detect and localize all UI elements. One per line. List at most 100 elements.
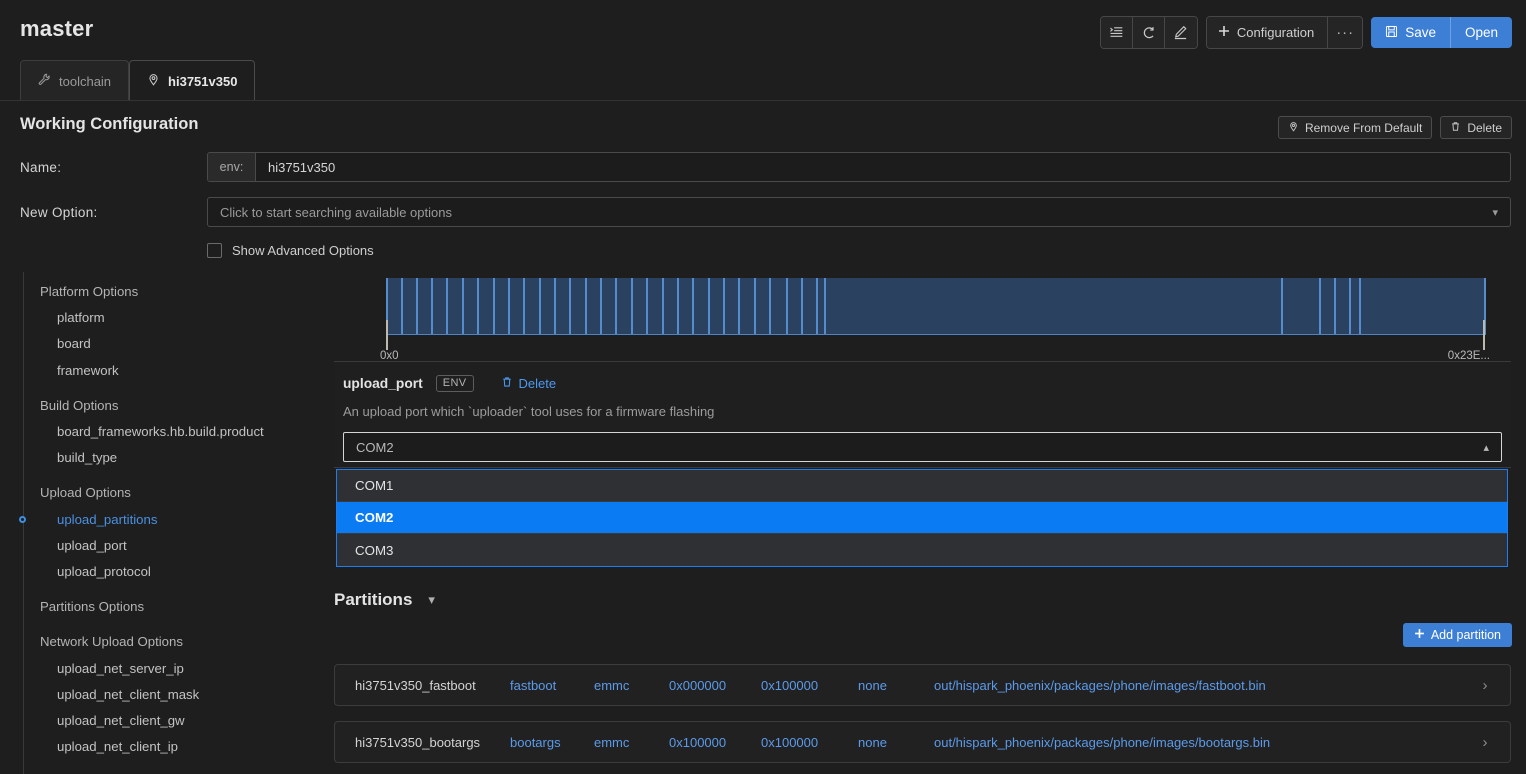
tree-item-upload-protocol[interactable]: upload_protocol bbox=[57, 564, 151, 579]
edit-pencil-icon bbox=[1173, 25, 1188, 40]
partition-boundary-31 bbox=[1319, 278, 1322, 334]
partition-boundary-1 bbox=[400, 278, 403, 334]
tree-item-upload-net-client-gw[interactable]: upload_net_client_gw bbox=[57, 713, 185, 728]
tree-item-upload-net-client-mask[interactable]: upload_net_client_mask bbox=[57, 687, 199, 702]
tree-item-build-type[interactable]: build_type bbox=[57, 450, 117, 465]
dropdown-item-com3[interactable]: COM3 bbox=[337, 534, 1507, 566]
partition-boundary-29 bbox=[824, 278, 827, 334]
option-detail-card: upload_port ENV Delete An upload port wh… bbox=[334, 361, 1511, 468]
partition-boundary-21 bbox=[707, 278, 710, 334]
option-delete-button[interactable]: Delete bbox=[501, 376, 557, 391]
delete-configuration-label: Delete bbox=[1467, 120, 1502, 135]
partition-flags: none bbox=[858, 734, 887, 750]
partition-name: hi3751v350_bootargs bbox=[355, 734, 481, 750]
option-header: upload_port ENV Delete bbox=[343, 375, 556, 392]
list-view-icon-button[interactable] bbox=[1100, 17, 1133, 48]
chevron-right-icon[interactable]: › bbox=[1460, 734, 1510, 751]
partition-boundary-12 bbox=[569, 278, 572, 334]
tab-hi3751v350-label: hi3751v350 bbox=[168, 73, 238, 89]
show-advanced-options-checkbox[interactable] bbox=[207, 243, 222, 258]
edit-pencil-icon-button[interactable] bbox=[1164, 17, 1197, 48]
partition-boundary-25 bbox=[769, 278, 772, 334]
option-scope-badge: ENV bbox=[435, 375, 474, 392]
plus-icon bbox=[1414, 628, 1425, 642]
partition-boundary-7 bbox=[492, 278, 495, 334]
partition-map-canvas[interactable] bbox=[386, 276, 1486, 336]
tree-item-platform-options[interactable]: Platform Options bbox=[40, 284, 138, 299]
show-advanced-options-label: Show Advanced Options bbox=[232, 243, 374, 258]
list-view-icon bbox=[1109, 25, 1124, 40]
tree-item-board[interactable]: board bbox=[57, 336, 91, 351]
upload-port-select[interactable]: COM2 ▴ bbox=[343, 432, 1502, 462]
partition-boundary-6 bbox=[477, 278, 480, 334]
partition-boundary-16 bbox=[630, 278, 633, 334]
tree-item-partitions-options[interactable]: Partitions Options bbox=[40, 599, 144, 614]
partition-boundary-15 bbox=[615, 278, 618, 334]
partition-fs: emmc bbox=[594, 677, 630, 693]
partition-boundary-5 bbox=[461, 278, 464, 334]
partition-map-axis bbox=[386, 334, 1486, 335]
tree-item-build-options[interactable]: Build Options bbox=[40, 398, 118, 413]
partition-boundary-26 bbox=[785, 278, 788, 334]
partition-boundary-8 bbox=[507, 278, 510, 334]
dropdown-item-com1[interactable]: COM1 bbox=[337, 470, 1507, 502]
tree-item-upload-port[interactable]: upload_port bbox=[57, 538, 127, 553]
tree-item-upload-options[interactable]: Upload Options bbox=[40, 485, 131, 500]
partition-boundary-10 bbox=[538, 278, 541, 334]
chevron-down-icon[interactable]: ▾ bbox=[428, 592, 435, 608]
delete-configuration-button[interactable]: Delete bbox=[1440, 116, 1512, 139]
page-title: master bbox=[20, 16, 94, 41]
tab-toolchain-label: toolchain bbox=[59, 73, 112, 89]
partition-type: bootargs bbox=[510, 734, 561, 750]
chevron-right-icon[interactable]: › bbox=[1460, 677, 1510, 694]
trash-icon bbox=[501, 376, 513, 391]
open-button[interactable]: Open bbox=[1449, 17, 1512, 48]
tree-item-network-upload-options[interactable]: Network Upload Options bbox=[40, 634, 183, 649]
trash-icon bbox=[1450, 121, 1461, 135]
tree-item-upload-net-server-ip[interactable]: upload_net_server_ip bbox=[57, 661, 184, 676]
partition-boundary-33 bbox=[1348, 278, 1351, 334]
partition-boundary-32 bbox=[1333, 278, 1336, 334]
save-button[interactable]: Save bbox=[1371, 17, 1450, 48]
tab-toolchain[interactable]: toolchain bbox=[20, 60, 130, 101]
name-input[interactable] bbox=[256, 153, 1510, 181]
dropdown-item-com2[interactable]: COM2 bbox=[337, 502, 1507, 534]
refresh-icon-button[interactable] bbox=[1132, 17, 1165, 48]
tab-hi3751v350[interactable]: hi3751v350 bbox=[129, 60, 256, 102]
table-row[interactable]: hi3751v350_fastboot fastboot emmc 0x000000 0… bbox=[334, 664, 1511, 706]
tree-item-board-frameworks-hb-build-product[interactable]: board_frameworks.hb.build.product bbox=[57, 424, 264, 439]
more-options-button[interactable]: ··· bbox=[1328, 17, 1363, 48]
partition-boundary-17 bbox=[646, 278, 649, 334]
tree-item-platform[interactable]: platform bbox=[57, 310, 105, 325]
partition-offset: 0x000000 bbox=[669, 677, 727, 693]
partition-boundary-34 bbox=[1358, 278, 1361, 334]
option-delete-label: Delete bbox=[518, 376, 557, 391]
remove-from-default-button[interactable]: Remove From Default bbox=[1277, 116, 1433, 139]
option-description: An upload port which `uploader` tool use… bbox=[343, 404, 715, 419]
show-advanced-options-row[interactable]: Show Advanced Options bbox=[207, 243, 374, 258]
tree-item-marker-icon bbox=[19, 515, 26, 523]
table-row[interactable]: hi3751v350_bootargs bootargs emmc 0x100000 0… bbox=[334, 721, 1511, 763]
header-toolbar: Configuration ··· Save Open bbox=[1099, 16, 1512, 49]
partition-boundary-23 bbox=[738, 278, 741, 334]
options-tree: Platform Options platform board framework Bu… bbox=[0, 272, 330, 774]
tree-item-upload-partitions[interactable]: upload_partitions bbox=[57, 512, 157, 527]
partition-map-end-tick bbox=[1483, 320, 1485, 350]
refresh-icon bbox=[1141, 25, 1156, 40]
name-field[interactable]: env: bbox=[207, 152, 1511, 182]
partition-boundary-9 bbox=[523, 278, 526, 334]
partition-size: 0x100000 bbox=[761, 734, 819, 750]
working-configuration-actions: Remove From Default Delete bbox=[1277, 116, 1512, 139]
partition-image: out/hispark_phoenix/packages/phone/image… bbox=[934, 677, 1266, 693]
partition-boundary-18 bbox=[661, 278, 664, 334]
header: master Configuration ··· Save Open bbox=[0, 0, 1526, 58]
wrench-icon bbox=[38, 73, 51, 89]
add-partition-button[interactable]: Add partition bbox=[1402, 623, 1512, 647]
option-name: upload_port bbox=[343, 376, 423, 391]
tree-item-framework[interactable]: framework bbox=[57, 363, 119, 378]
partition-boundary-27 bbox=[801, 278, 804, 334]
add-configuration-button[interactable]: Configuration bbox=[1206, 17, 1329, 48]
upload-port-selected-value: COM2 bbox=[356, 439, 394, 455]
tree-item-upload-net-client-ip[interactable]: upload_net_client_ip bbox=[57, 739, 178, 754]
new-option-search[interactable]: Click to start searching available optio… bbox=[207, 197, 1511, 227]
